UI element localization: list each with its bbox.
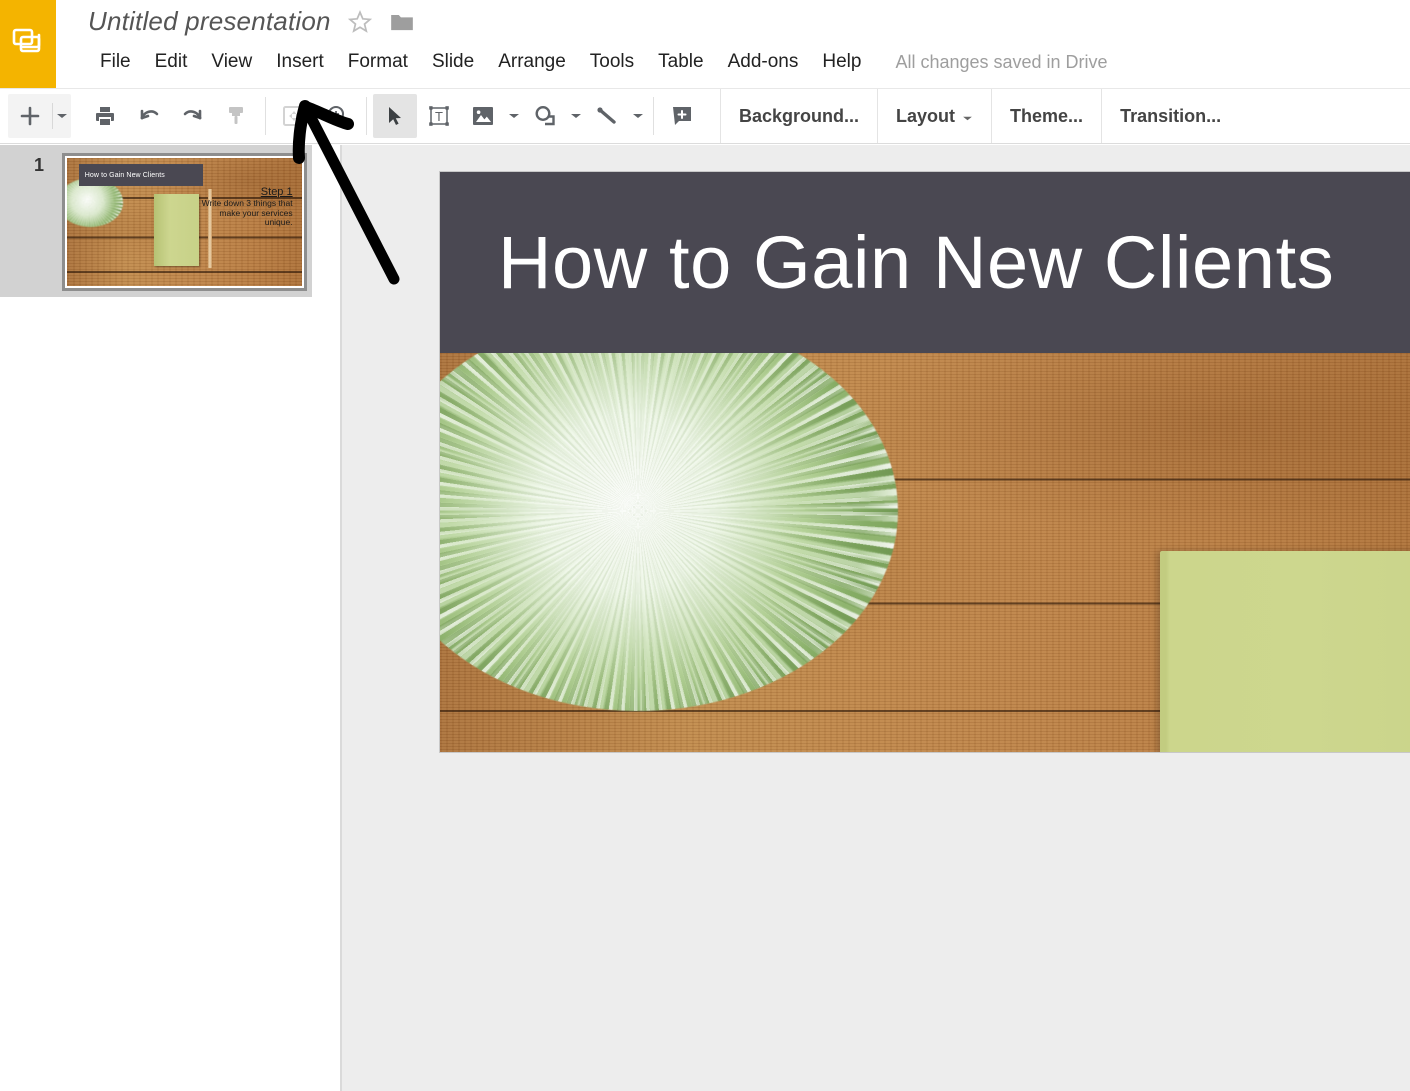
insert-image-dropdown[interactable]	[505, 94, 523, 138]
document-title[interactable]: Untitled presentation	[88, 6, 331, 37]
select-tool-button[interactable]	[373, 94, 417, 138]
slide-thumbnail[interactable]: How to Gain New Clients Step 1 Write dow…	[62, 153, 307, 291]
toolbar-group-comment	[660, 89, 704, 143]
slide-canvas[interactable]: How to Gain New Clients	[342, 145, 1410, 1091]
add-comment-button[interactable]	[660, 94, 704, 138]
slide-number: 1	[33, 155, 44, 175]
menu-item-slide[interactable]: Slide	[420, 48, 486, 76]
redo-icon	[180, 105, 206, 127]
menu-item-arrange[interactable]: Arrange	[486, 48, 578, 76]
thumbnail-content: How to Gain New Clients Step 1 Write dow…	[67, 158, 302, 286]
star-outline-icon[interactable]	[347, 9, 373, 35]
insert-shape-dropdown[interactable]	[567, 94, 585, 138]
editor-body: 1 How to Gain New Clients Step 1 Write d…	[0, 145, 1410, 1091]
toolbar: T Background... Layout Theme... Transiti…	[0, 88, 1410, 144]
text-box-button[interactable]: T	[417, 94, 461, 138]
title-row: Untitled presentation	[88, 6, 415, 37]
redo-button[interactable]	[171, 94, 215, 138]
insert-image-button[interactable]	[461, 94, 505, 138]
insert-line-icon	[594, 104, 620, 128]
add-comment-icon	[670, 104, 694, 128]
top-bar: Untitled presentation File Edit View Ins…	[0, 0, 1410, 88]
new-slide-combo[interactable]	[8, 94, 71, 138]
paint-format-icon	[225, 104, 249, 128]
menu-item-insert[interactable]: Insert	[264, 48, 336, 76]
theme-button[interactable]: Theme...	[991, 89, 1101, 143]
menu-item-view[interactable]: View	[199, 48, 264, 76]
print-icon	[93, 104, 117, 128]
menu-item-format[interactable]: Format	[336, 48, 420, 76]
undo-button[interactable]	[127, 94, 171, 138]
thumbnail-notebook-image	[153, 193, 199, 266]
toolbar-group-slide	[0, 89, 259, 143]
insert-image-icon	[471, 105, 495, 127]
toolbar-group-zoom	[272, 89, 360, 143]
slide-title-bar[interactable]: How to Gain New Clients	[440, 172, 1410, 353]
toolbar-divider-1	[265, 97, 266, 135]
slide-background-image[interactable]	[440, 353, 1410, 752]
menu-item-addons[interactable]: Add-ons	[716, 48, 811, 76]
slide-title: How to Gain New Clients	[498, 221, 1335, 304]
toolbar-group-insert: T	[373, 89, 647, 143]
thumbnail-step-body: Write down 3 things that make your servi…	[201, 198, 293, 228]
slides-logo-icon	[11, 27, 45, 61]
insert-shape-icon	[532, 104, 558, 128]
current-slide[interactable]: How to Gain New Clients	[440, 172, 1410, 752]
paint-format-button[interactable]	[215, 94, 259, 138]
theme-label: Theme...	[1010, 105, 1084, 126]
thumbnail-step-heading: Step 1	[260, 186, 293, 199]
fit-to-screen-button[interactable]	[272, 94, 316, 138]
slide-filmstrip[interactable]: 1 How to Gain New Clients Step 1 Write d…	[0, 145, 341, 1091]
transition-label: Transition...	[1120, 105, 1222, 126]
green-notebook-image	[1160, 551, 1410, 752]
toolbar-divider-2	[366, 97, 367, 135]
menu-item-file[interactable]: File	[88, 48, 143, 76]
zoom-button[interactable]	[316, 94, 360, 138]
chevron-down-icon	[632, 112, 644, 120]
save-status-text: All changes saved in Drive	[895, 51, 1108, 72]
new-slide-dropdown[interactable]	[53, 94, 71, 138]
layout-button[interactable]: Layout	[877, 89, 991, 143]
menu-item-edit[interactable]: Edit	[143, 48, 200, 76]
plus-icon	[19, 105, 41, 127]
google-slides-window: Untitled presentation File Edit View Ins…	[0, 0, 1410, 1091]
chevron-down-icon	[508, 112, 520, 120]
chevron-down-icon	[56, 112, 68, 120]
background-label: Background...	[739, 105, 860, 126]
menu-bar: File Edit View Insert Format Slide Arran…	[88, 48, 1108, 76]
app-logo[interactable]	[0, 0, 56, 88]
thumbnail-title-text: How to Gain New Clients	[84, 171, 165, 179]
toolbar-divider-3	[653, 97, 654, 135]
new-slide-button[interactable]	[8, 94, 52, 138]
select-arrow-icon	[383, 104, 407, 128]
chevron-down-icon	[962, 106, 973, 127]
layout-label: Layout	[896, 105, 956, 126]
background-button[interactable]: Background...	[720, 89, 877, 143]
menu-item-tools[interactable]: Tools	[578, 48, 646, 76]
chevron-down-icon	[570, 112, 582, 120]
fit-to-screen-icon	[281, 103, 307, 129]
insert-shape-button[interactable]	[523, 94, 567, 138]
thumbnail-title-bar: How to Gain New Clients	[78, 164, 204, 187]
svg-text:T: T	[435, 109, 443, 124]
transition-button[interactable]: Transition...	[1101, 89, 1239, 143]
menu-item-help[interactable]: Help	[810, 48, 873, 76]
undo-icon	[136, 105, 162, 127]
menu-item-table[interactable]: Table	[646, 48, 715, 76]
move-to-folder-icon[interactable]	[389, 11, 415, 33]
zoom-in-icon	[325, 103, 351, 129]
text-box-icon: T	[427, 104, 451, 128]
insert-line-dropdown[interactable]	[629, 94, 647, 138]
print-button[interactable]	[83, 94, 127, 138]
insert-line-button[interactable]	[585, 94, 629, 138]
thumbnail-step-block: Step 1 Write down 3 things that make you…	[199, 186, 293, 228]
